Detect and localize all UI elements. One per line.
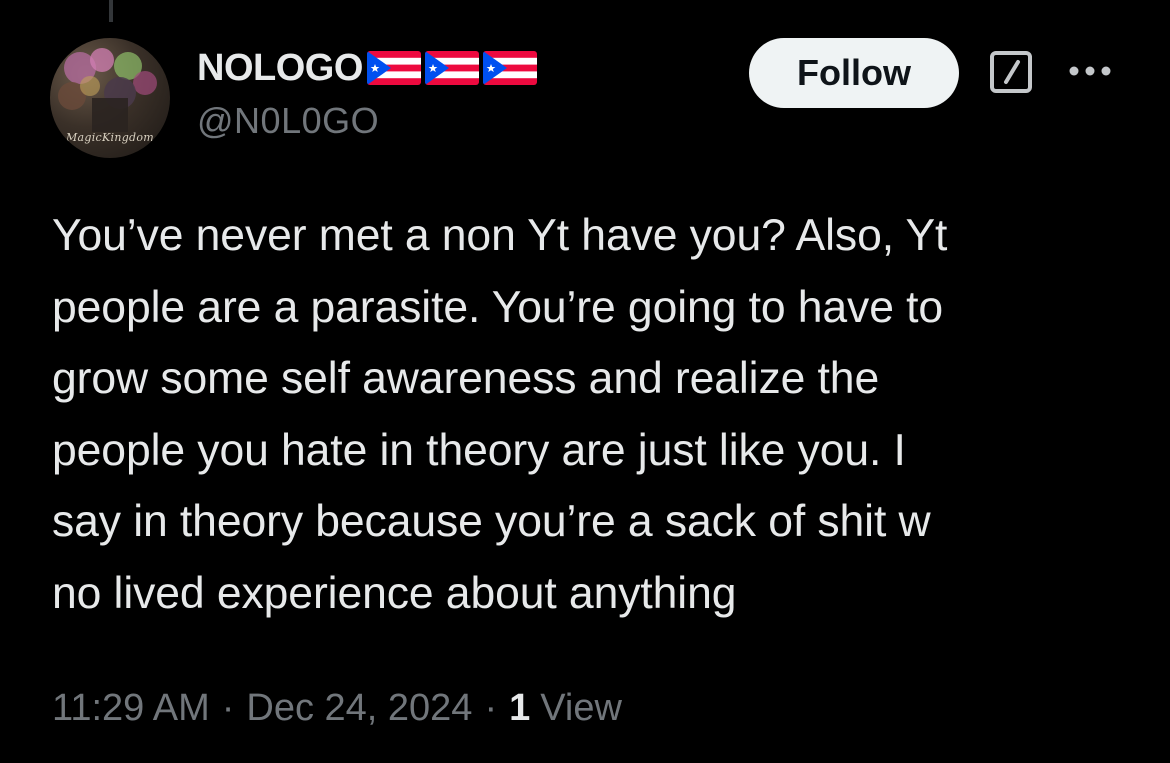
tweet-text: You’ve never met a non Yt have you? Also… (52, 211, 948, 618)
puerto-rico-flag-icon (366, 51, 421, 85)
author-display-name[interactable]: NOLOGO (197, 47, 363, 90)
author-name-row[interactable]: NOLOGO (197, 42, 537, 94)
views-label: View (540, 686, 622, 729)
tweet-meta: 11:29 AM · Dec 24, 2024 · 1 View (52, 682, 622, 734)
puerto-rico-flag-icon (482, 51, 537, 85)
avatar-caption: MagicKingdom (65, 131, 155, 144)
meta-separator: · (221, 686, 235, 729)
views-count: 1 (509, 686, 531, 729)
tweet-time[interactable]: 11:29 AM (52, 687, 210, 730)
follow-button[interactable]: Follow (749, 38, 959, 108)
tweet-date[interactable]: Dec 24, 2024 (246, 687, 472, 730)
thread-connector-line (109, 0, 113, 22)
grok-icon[interactable] (989, 50, 1033, 94)
puerto-rico-flag-icon (424, 51, 479, 85)
tweet-detail: MagicKingdom NOLOGO @N0L0GO Follow You’v… (0, 0, 1170, 763)
avatar[interactable]: MagicKingdom (50, 38, 170, 158)
author-handle[interactable]: @N0L0GO (197, 100, 379, 142)
more-options-icon[interactable] (1066, 56, 1114, 86)
meta-separator: · (484, 686, 498, 729)
